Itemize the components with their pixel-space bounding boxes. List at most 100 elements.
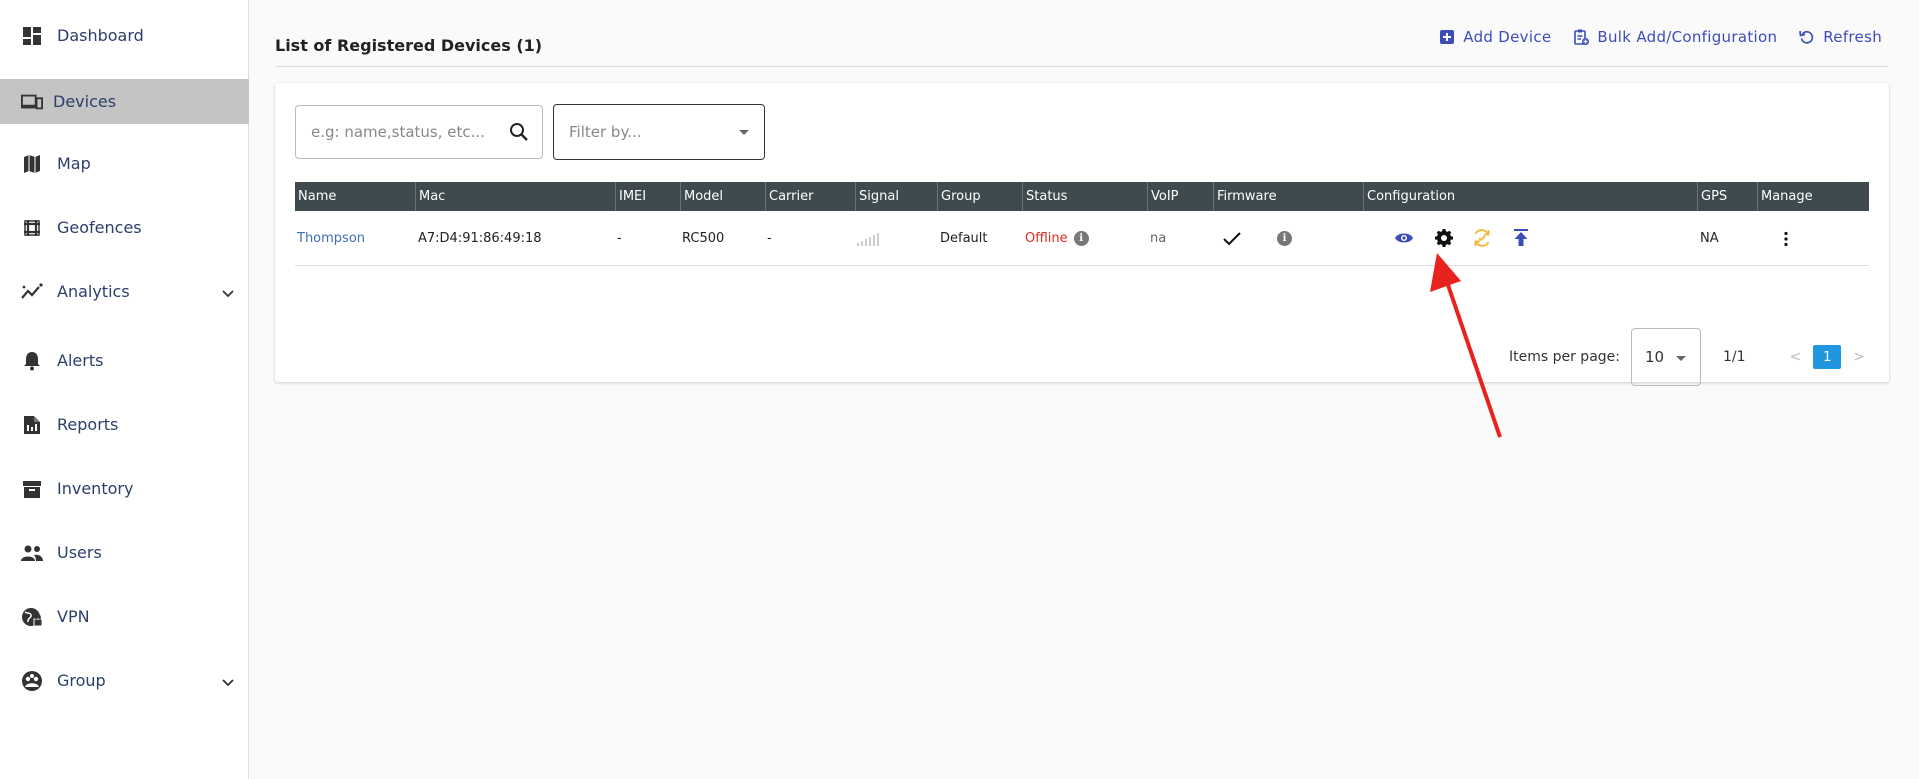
firmware-info[interactable]: i [1277, 211, 1292, 266]
sidebar-item-label: Inventory [57, 479, 134, 498]
header-divider [275, 66, 1889, 67]
refresh-button[interactable]: Refresh [1799, 28, 1882, 46]
settings-gear-icon[interactable] [1434, 228, 1454, 248]
items-per-page-select[interactable]: 10 [1631, 328, 1701, 386]
filter-select[interactable]: Filter by... [553, 104, 765, 160]
table-row: Thompson A7:D4:91:86:49:18 - RC500 - Def… [295, 211, 1869, 266]
sidebar-item-alerts[interactable]: Alerts [0, 338, 249, 383]
add-box-icon [1440, 30, 1455, 44]
device-name-link[interactable]: Thompson [297, 211, 365, 266]
sidebar-item-label: Alerts [57, 351, 104, 370]
devices-icon [21, 91, 43, 113]
column-header-signal[interactable]: Signal [855, 182, 937, 211]
device-group: Default [940, 231, 988, 246]
device-model: RC500 [682, 231, 725, 246]
previous-page-button[interactable]: < [1784, 349, 1808, 365]
add-device-button[interactable]: Add Device [1439, 28, 1551, 46]
devices-table: Name Mac IMEI Model Carrier Signal Group… [295, 182, 1869, 266]
refresh-icon [1799, 30, 1814, 44]
next-page-button[interactable]: > [1847, 349, 1871, 365]
users-icon [21, 542, 43, 564]
sidebar-item-reports[interactable]: Reports [0, 402, 249, 447]
page-range: 1/1 [1723, 349, 1746, 365]
sidebar-item-label: Users [57, 543, 102, 562]
column-header-voip[interactable]: VoIP [1147, 182, 1213, 211]
group-icon [21, 670, 43, 692]
column-header-imei[interactable]: IMEI [615, 182, 680, 211]
column-header-gps[interactable]: GPS [1697, 182, 1757, 211]
geofences-icon [21, 217, 43, 239]
column-header-mac[interactable]: Mac [415, 182, 615, 211]
device-imei: - [617, 231, 622, 246]
column-header-manage[interactable]: Manage [1757, 182, 1869, 211]
sidebar-item-label: Map [57, 154, 91, 173]
more-vertical-icon[interactable] [1783, 231, 1789, 247]
view-config-eye-icon[interactable] [1394, 228, 1414, 248]
column-header-carrier[interactable]: Carrier [765, 182, 855, 211]
sidebar-item-vpn[interactable]: VPN [0, 594, 249, 639]
signal-bars-icon [857, 232, 879, 246]
column-header-model[interactable]: Model [680, 182, 765, 211]
add-device-label: Add Device [1463, 28, 1552, 46]
inventory-icon [21, 478, 43, 500]
sidebar: Dashboard Devices Map Geofences Analytic… [0, 0, 249, 779]
upload-config-icon[interactable] [1511, 228, 1531, 248]
sidebar-item-devices[interactable]: Devices [0, 79, 249, 124]
pagination: Items per page: 10 1/1 < 1 > [1509, 328, 1871, 386]
device-status: Offline i [1025, 211, 1089, 266]
reports-icon [21, 414, 43, 436]
status-text: Offline [1025, 231, 1068, 246]
sidebar-item-label: Dashboard [57, 26, 144, 45]
dropdown-caret-icon [1676, 356, 1686, 361]
device-mac: A7:D4:91:86:49:18 [418, 231, 542, 246]
sidebar-item-dashboard[interactable]: Dashboard [0, 13, 249, 58]
sync-config-icon[interactable] [1472, 228, 1492, 248]
chevron-down-icon[interactable] [221, 676, 235, 690]
page-title: List of Registered Devices (1) [275, 36, 543, 55]
sidebar-item-group[interactable]: Group [0, 658, 249, 703]
sidebar-item-label: Group [57, 671, 106, 690]
firmware-info-icon[interactable]: i [1277, 231, 1292, 246]
sidebar-item-label: Devices [53, 92, 117, 111]
status-info-icon[interactable]: i [1073, 231, 1089, 246]
column-header-group[interactable]: Group [937, 182, 1022, 211]
filter-placeholder: Filter by... [569, 123, 642, 141]
signal-strength [857, 211, 885, 266]
devices-card: Filter by... Name Mac IMEI Model Carrier… [275, 83, 1889, 386]
sidebar-item-inventory[interactable]: Inventory [0, 466, 249, 511]
sidebar-item-analytics[interactable]: Analytics [0, 269, 249, 314]
column-header-firmware[interactable]: Firmware [1213, 182, 1363, 211]
sidebar-item-label: VPN [57, 607, 90, 626]
search-input[interactable] [311, 123, 501, 141]
main-content: List of Registered Devices (1) Add Devic… [250, 0, 1919, 779]
map-icon [21, 153, 43, 175]
dashboard-icon [21, 25, 43, 47]
bulk-add-configuration-button[interactable]: Bulk Add/Configuration [1573, 28, 1777, 46]
search-icon[interactable] [509, 122, 529, 142]
items-per-page-label: Items per page: [1508, 349, 1620, 365]
header-actions: Add Device Bulk Add/Configuration Refres… [1439, 28, 1882, 46]
device-gps: NA [1700, 231, 1719, 246]
sidebar-item-label: Analytics [57, 282, 130, 301]
vpn-icon [21, 606, 43, 628]
sidebar-item-label: Geofences [57, 218, 142, 237]
manage-menu-button[interactable] [1783, 211, 1789, 266]
sidebar-item-users[interactable]: Users [0, 530, 249, 575]
search-field[interactable] [295, 105, 543, 159]
column-header-status[interactable]: Status [1022, 182, 1147, 211]
column-header-name[interactable]: Name [295, 182, 415, 211]
bell-icon [21, 350, 43, 372]
page-number-button[interactable]: 1 [1813, 345, 1842, 369]
sidebar-item-geofences[interactable]: Geofences [0, 205, 249, 250]
clipboard-add-icon [1574, 29, 1590, 45]
sidebar-item-map[interactable]: Map [0, 141, 249, 186]
items-per-page-value: 10 [1645, 348, 1665, 366]
chevron-down-icon[interactable] [221, 287, 235, 301]
dropdown-caret-icon [739, 130, 749, 135]
device-voip: na [1150, 231, 1167, 246]
bulk-add-label: Bulk Add/Configuration [1597, 28, 1778, 46]
analytics-icon [21, 281, 43, 303]
firmware-status [1223, 211, 1241, 266]
refresh-label: Refresh [1823, 28, 1882, 46]
column-header-configuration[interactable]: Configuration [1363, 182, 1697, 211]
